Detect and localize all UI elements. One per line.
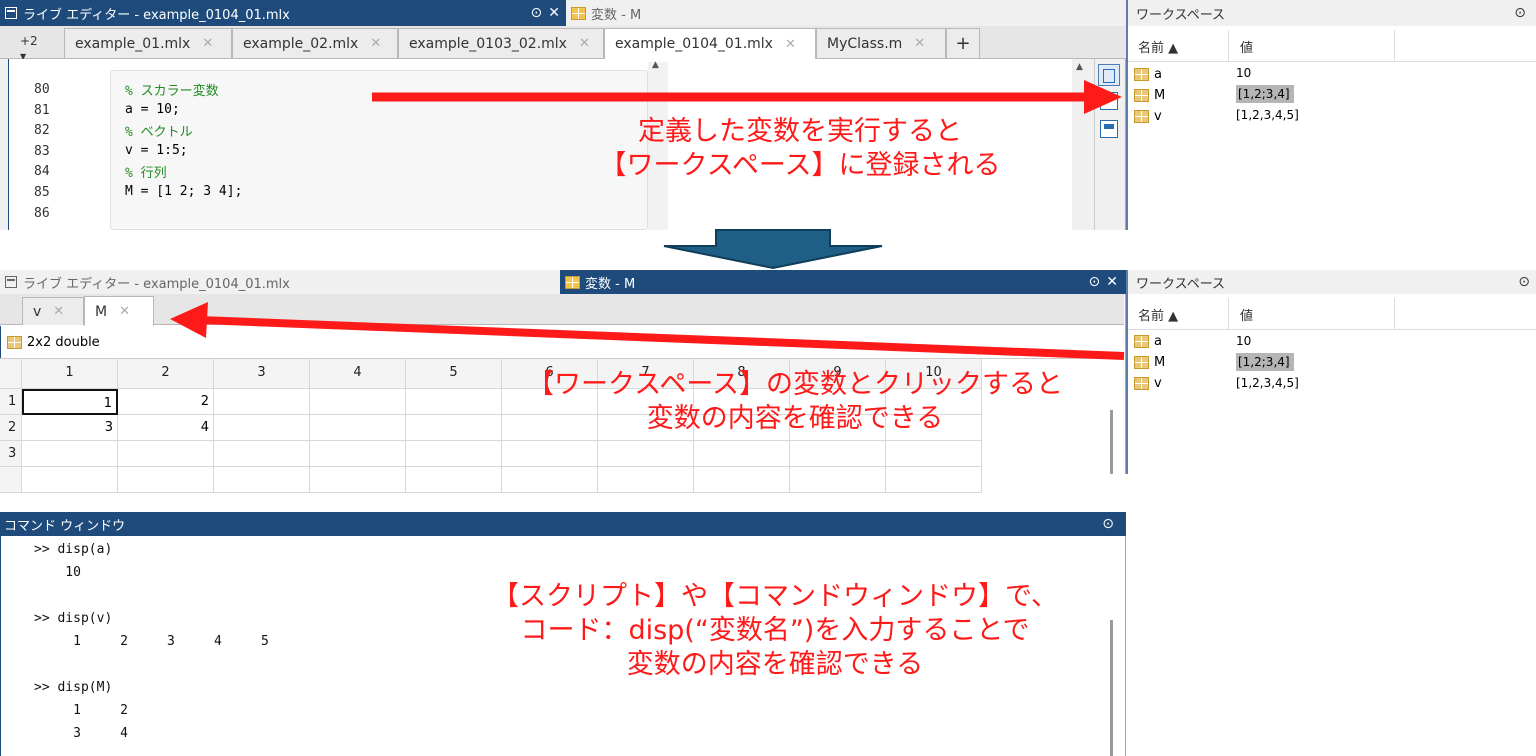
command-prompt-line[interactable]: >> disp(v) — [34, 611, 112, 626]
command-output-line: 1 2 3 4 5 — [34, 634, 269, 649]
command-window-titlebar[interactable]: コマンド ウィンドウ ⊙ — [0, 512, 1126, 536]
command-output-line: 1 2 — [34, 703, 128, 718]
command-prompt-line[interactable]: >> disp(M) — [34, 680, 112, 695]
annotation-line: コード：disp(“変数名”)を入力することで — [520, 615, 1030, 646]
command-window-scrollbar[interactable] — [1110, 620, 1113, 756]
command-prompt-line[interactable]: >> disp(a) — [34, 542, 112, 557]
annotation-line: 【スクリプト】や【コマンドウィンドウ】で、 — [492, 581, 1058, 612]
command-window-title: コマンド ウィンドウ — [4, 518, 126, 534]
command-output-line: 3 4 — [34, 726, 128, 741]
annotation-line: 変数の内容を確認できる — [626, 649, 924, 680]
panel-menu-icon[interactable]: ⊙ — [1102, 516, 1114, 532]
command-output-line: 10 — [34, 565, 81, 580]
annotation-bottom: 【スクリプト】や【コマンドウィンドウ】で、 コード：disp(“変数名”)を入力… — [440, 580, 1110, 682]
